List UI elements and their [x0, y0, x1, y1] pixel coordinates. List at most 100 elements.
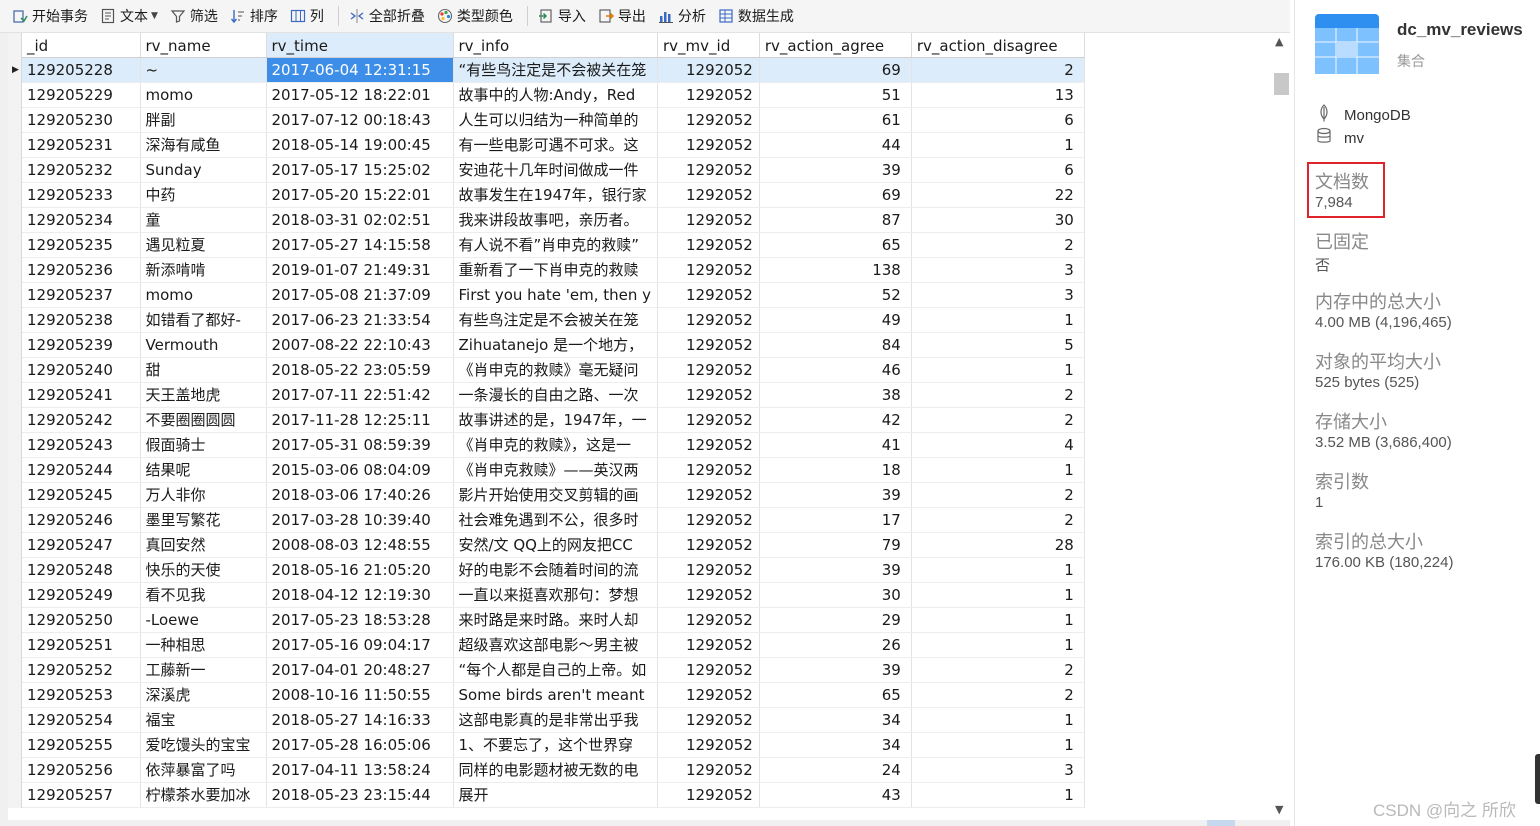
- table-cell-rv-mv-id[interactable]: 1292052: [657, 757, 760, 783]
- table-cell-rv-action-agree[interactable]: 79: [759, 532, 912, 558]
- table-cell-rv-name[interactable]: 快乐的天使: [140, 557, 267, 583]
- table-cell-id[interactable]: 129205239: [22, 332, 141, 358]
- table-row[interactable]: 129205241 天王盖地虎 2017-07-11 22:51:42 一条漫长的自由…: [22, 382, 1085, 408]
- table-cell-rv-time[interactable]: 2019-01-07 21:49:31: [266, 257, 454, 283]
- table-cell-id[interactable]: 129205230: [22, 107, 141, 133]
- horizontal-scrollbar[interactable]: [0, 820, 1290, 826]
- export-button[interactable]: 导出: [596, 3, 652, 29]
- table-cell-rv-action-agree[interactable]: 49: [759, 307, 912, 333]
- table-cell-rv-action-disagree[interactable]: 2: [911, 407, 1085, 433]
- table-cell-rv-action-disagree[interactable]: 1: [911, 582, 1085, 608]
- table-row[interactable]: 129205257 柠檬茶水要加冰 2018-05-23 23:15:44 展开 129…: [22, 782, 1085, 808]
- table-cell-rv-name[interactable]: 遇见粒夏: [140, 232, 267, 258]
- type-color-button[interactable]: 类型颜色: [435, 3, 519, 29]
- table-cell-rv-info[interactable]: 《肖申克的救赎》，这是一: [453, 432, 659, 458]
- scroll-down-icon[interactable]: ▼: [1275, 803, 1283, 816]
- table-cell-rv-mv-id[interactable]: 1292052: [657, 357, 760, 383]
- table-row[interactable]: 129205246 墨里写繁花 2017-03-28 10:39:40 社会难免遇到不…: [22, 507, 1085, 533]
- table-cell-rv-info[interactable]: 重新看了一下肖申克的救赎: [453, 257, 659, 283]
- table-cell-id[interactable]: 129205243: [22, 432, 141, 458]
- table-cell-rv-name[interactable]: ~: [140, 57, 267, 83]
- table-cell-rv-info[interactable]: Zihuatanejo 是一个地方，: [453, 332, 659, 358]
- table-cell-rv-name[interactable]: 一种相思: [140, 632, 267, 658]
- table-cell-rv-info[interactable]: 社会难免遇到不公，很多时: [453, 507, 659, 533]
- table-cell-rv-mv-id[interactable]: 1292052: [657, 157, 760, 183]
- table-cell-rv-time[interactable]: 2017-05-20 15:22:01: [266, 182, 454, 208]
- table-cell-rv-name[interactable]: -Loewe: [140, 607, 267, 633]
- table-cell-rv-action-agree[interactable]: 87: [759, 207, 912, 233]
- table-cell-rv-time[interactable]: 2018-05-22 23:05:59: [266, 357, 454, 383]
- column-header-rv-name[interactable]: rv_name: [140, 33, 267, 58]
- table-cell-rv-mv-id[interactable]: 1292052: [657, 407, 760, 433]
- table-cell-id[interactable]: 129205229: [22, 82, 141, 108]
- table-cell-rv-name[interactable]: 童: [140, 207, 267, 233]
- table-row[interactable]: 129205253 深溪虎 2008-10-16 11:50:55 Some bird…: [22, 682, 1085, 708]
- table-row[interactable]: 129205233 中药 2017-05-20 15:22:01 故事发生在1947年…: [22, 182, 1085, 208]
- column-header-rv-action-agree[interactable]: rv_action_agree: [759, 33, 912, 58]
- table-cell-rv-name[interactable]: momo: [140, 82, 267, 108]
- table-cell-id[interactable]: 129205235: [22, 232, 141, 258]
- table-cell-rv-action-agree[interactable]: 30: [759, 582, 912, 608]
- column-header-rv-mv-id[interactable]: rv_mv_id: [657, 33, 760, 58]
- table-cell-rv-mv-id[interactable]: 1292052: [657, 707, 760, 733]
- table-cell-rv-mv-id[interactable]: 1292052: [657, 557, 760, 583]
- horizontal-scrollbar-thumb[interactable]: [1207, 820, 1235, 826]
- table-cell-rv-action-agree[interactable]: 34: [759, 707, 912, 733]
- table-cell-rv-action-agree[interactable]: 52: [759, 282, 912, 308]
- table-cell-rv-action-agree[interactable]: 69: [759, 57, 912, 83]
- table-cell-rv-time[interactable]: 2017-04-11 13:58:24: [266, 757, 454, 783]
- table-row[interactable]: 129205251 一种相思 2017-05-16 09:04:17 超级喜欢这部电影…: [22, 632, 1085, 658]
- table-cell-rv-mv-id[interactable]: 1292052: [657, 182, 760, 208]
- table-cell-rv-time[interactable]: 2017-05-17 15:25:02: [266, 157, 454, 183]
- table-cell-id[interactable]: 129205244: [22, 457, 141, 483]
- table-cell-rv-mv-id[interactable]: 1292052: [657, 207, 760, 233]
- table-cell-rv-action-disagree[interactable]: 2: [911, 682, 1085, 708]
- table-row[interactable]: 129205247 真回安然 2008-08-03 12:48:55 安然/文 QQ上…: [22, 532, 1085, 558]
- table-cell-id[interactable]: 129205248: [22, 557, 141, 583]
- table-cell-rv-info[interactable]: 故事讲述的是，1947年，一: [453, 407, 659, 433]
- table-cell-rv-mv-id[interactable]: 1292052: [657, 257, 760, 283]
- table-row[interactable]: 129205238 如错看了都好- 2017-06-23 21:33:54 有些鸟注定…: [22, 307, 1085, 333]
- table-cell-rv-action-disagree[interactable]: 13: [911, 82, 1085, 108]
- table-cell-rv-mv-id[interactable]: 1292052: [657, 57, 760, 83]
- table-cell-rv-time[interactable]: 2018-05-16 21:05:20: [266, 557, 454, 583]
- table-cell-rv-time[interactable]: 2018-05-14 19:00:45: [266, 132, 454, 158]
- table-row[interactable]: 129205244 结果呢 2015-03-06 08:04:09 《肖申克救赎》——…: [22, 457, 1085, 483]
- table-cell-rv-name[interactable]: 深海有咸鱼: [140, 132, 267, 158]
- table-cell-rv-action-agree[interactable]: 29: [759, 607, 912, 633]
- table-row[interactable]: 129205234 童 2018-03-31 02:02:51 我来讲段故事吧，亲历者…: [22, 207, 1085, 233]
- table-row[interactable]: 129205231 深海有咸鱼 2018-05-14 19:00:45 有一些电影可遇…: [22, 132, 1085, 158]
- table-cell-rv-info[interactable]: First you hate 'em, then y: [453, 282, 659, 308]
- table-cell-rv-action-disagree[interactable]: 1: [911, 457, 1085, 483]
- table-cell-rv-action-agree[interactable]: 39: [759, 657, 912, 683]
- table-cell-rv-name[interactable]: Vermouth: [140, 332, 267, 358]
- table-row[interactable]: 129205240 甜 2018-05-22 23:05:59 《肖申克的救赎》毫无疑…: [22, 357, 1085, 383]
- table-cell-rv-info[interactable]: 《肖申克的救赎》毫无疑问: [453, 357, 659, 383]
- table-cell-rv-action-agree[interactable]: 65: [759, 682, 912, 708]
- table-cell-rv-info[interactable]: 好的电影不会随着时间的流: [453, 557, 659, 583]
- table-row[interactable]: 129205242 不要圈圈圆圆 2017-11-28 12:25:11 故事讲述的是…: [22, 407, 1085, 433]
- table-cell-rv-action-disagree[interactable]: 1: [911, 632, 1085, 658]
- table-cell-rv-action-agree[interactable]: 38: [759, 382, 912, 408]
- table-cell-rv-mv-id[interactable]: 1292052: [657, 582, 760, 608]
- table-cell-rv-action-disagree[interactable]: 4: [911, 432, 1085, 458]
- table-cell-rv-info[interactable]: “每个人都是自己的上帝。如: [453, 657, 659, 683]
- table-cell-id[interactable]: 129205246: [22, 507, 141, 533]
- table-cell-rv-info[interactable]: Some birds aren't meant: [453, 682, 659, 708]
- scroll-up-icon[interactable]: ▲: [1275, 35, 1283, 48]
- table-cell-id[interactable]: 129205249: [22, 582, 141, 608]
- table-cell-rv-info[interactable]: 展开: [453, 782, 659, 808]
- table-cell-rv-info[interactable]: 有一些电影可遇不可求。这: [453, 132, 659, 158]
- table-cell-rv-time[interactable]: 2017-04-01 20:48:27: [266, 657, 454, 683]
- table-cell-rv-name[interactable]: 墨里写繁花: [140, 507, 267, 533]
- column-header-id[interactable]: _id: [22, 33, 141, 58]
- analyze-button[interactable]: 分析: [656, 3, 712, 29]
- table-cell-rv-time[interactable]: 2015-03-06 08:04:09: [266, 457, 454, 483]
- table-cell-id[interactable]: 129205255: [22, 732, 141, 758]
- table-row[interactable]: 129205230 胖副 2017-07-12 00:18:43 人生可以归结为一种简…: [22, 107, 1085, 133]
- table-cell-rv-time[interactable]: 2017-05-08 21:37:09: [266, 282, 454, 308]
- table-cell-rv-time[interactable]: 2017-11-28 12:25:11: [266, 407, 454, 433]
- table-cell-rv-name[interactable]: 工藤新一: [140, 657, 267, 683]
- scrollbar-thumb[interactable]: [1274, 73, 1289, 95]
- table-row[interactable]: 129205237 momo 2017-05-08 21:37:09 First yo…: [22, 282, 1085, 308]
